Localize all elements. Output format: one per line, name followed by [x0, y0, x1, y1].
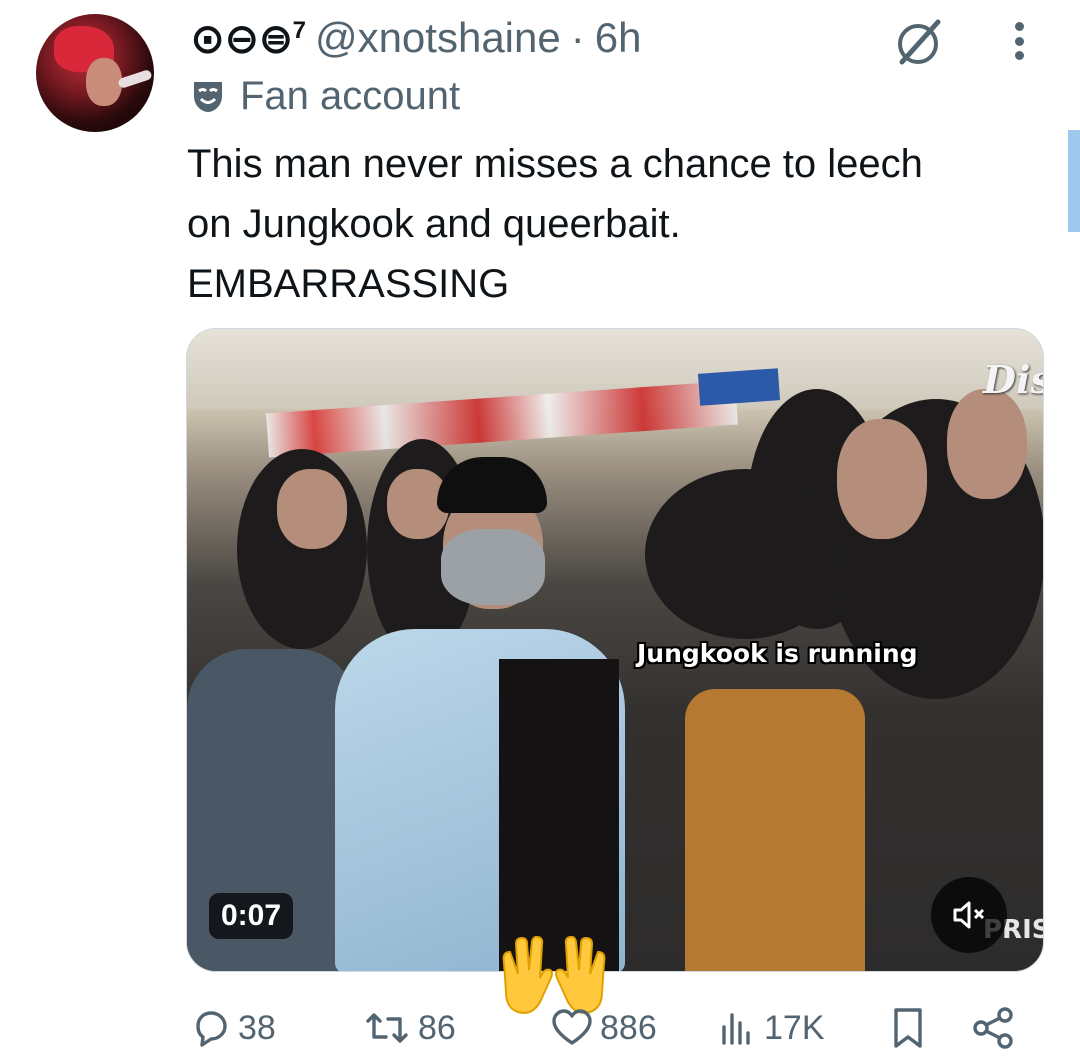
- reply-icon: [196, 1011, 227, 1047]
- avatar[interactable]: [36, 14, 154, 132]
- avatar-microphone: [117, 68, 153, 90]
- video-crowd-face: [277, 469, 347, 549]
- video-scene-blue-sign: [697, 368, 781, 406]
- mute-icon: [953, 901, 985, 929]
- bookmark-icon: [894, 1008, 922, 1048]
- share-icon: [973, 1007, 1013, 1049]
- share-button[interactable]: [970, 1000, 1016, 1056]
- display-name-suffix: 7: [292, 16, 306, 44]
- scrollbar[interactable]: [1068, 130, 1080, 232]
- video-person-tan-coat: [685, 689, 865, 971]
- video-duration: 0:07: [209, 893, 294, 939]
- grok-icon[interactable]: [890, 14, 946, 70]
- account-label: Fan account: [190, 70, 460, 122]
- views-button[interactable]: 17K: [716, 1000, 825, 1056]
- action-bar: 38 86 886 17K: [186, 1000, 1046, 1056]
- heart-icon: [552, 1009, 592, 1045]
- video-caption: Jungkook is running: [637, 639, 918, 668]
- timestamp[interactable]: 6h: [595, 14, 642, 62]
- video-player[interactable]: Jungkook is running Dis PRIS 0:07: [186, 328, 1044, 972]
- reply-count: 38: [238, 1008, 276, 1047]
- tweet-text: This man never misses a chance to leech …: [187, 142, 923, 306]
- reply-button[interactable]: 38: [190, 1000, 276, 1056]
- more-icon[interactable]: [1004, 16, 1034, 66]
- video-person-mask: [441, 529, 545, 605]
- mute-button[interactable]: [931, 877, 1007, 953]
- like-count: 886: [600, 1008, 657, 1047]
- separator-dot: ·: [570, 14, 585, 61]
- views-icon: [722, 1013, 750, 1045]
- video-person-shirt: [499, 659, 619, 971]
- user-handle[interactable]: @xnotshaine: [315, 14, 561, 62]
- watermark-top: Dis: [983, 357, 1043, 402]
- bookmark-button[interactable]: [888, 1000, 928, 1056]
- retweet-icon: [366, 1013, 408, 1043]
- video-crowd-face: [947, 389, 1027, 499]
- video-crowd-face: [837, 419, 927, 539]
- display-name[interactable]: ⊙⊖⊜7: [190, 14, 306, 63]
- video-person-hair: [645, 469, 845, 639]
- avatar-face: [86, 58, 122, 106]
- tweet-header: ⊙⊖⊜7 @xnotshaine · 6h: [190, 10, 641, 66]
- like-button[interactable]: 886: [550, 1000, 657, 1056]
- retweet-button[interactable]: 86: [362, 1000, 456, 1056]
- retweet-count: 86: [418, 1008, 456, 1047]
- label-text: Fan account: [240, 73, 461, 118]
- views-count: 17K: [764, 1008, 825, 1047]
- mask-icon: [194, 82, 222, 112]
